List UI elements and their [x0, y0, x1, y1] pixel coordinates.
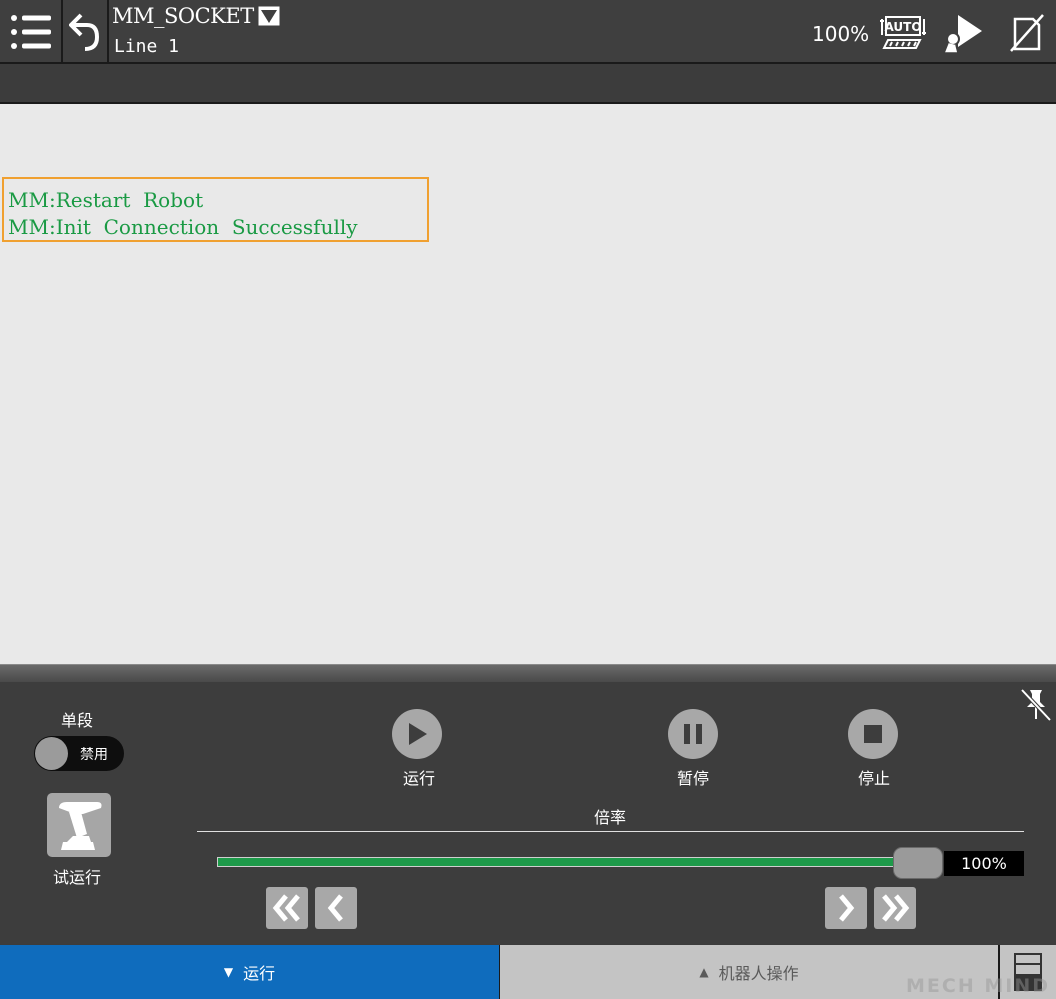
program-name: MM_SOCKET	[112, 4, 254, 28]
teach-pendant-status[interactable]	[1004, 12, 1050, 54]
auto-mode-icon: AUTO	[880, 16, 926, 49]
program-selector[interactable]: MM_SOCKET	[112, 4, 280, 28]
override-value: 100%	[944, 851, 1024, 876]
log-line: MM:Restart Robot	[8, 188, 204, 212]
trial-run-label: 试运行	[52, 868, 101, 887]
single-step-label: 单段	[60, 711, 93, 730]
chevron-left-icon	[327, 894, 343, 922]
tab-robot-operation-label: 机器人操作	[718, 964, 799, 983]
menu-button[interactable]	[0, 0, 63, 64]
panel-layout-icon	[1014, 953, 1042, 991]
back-button[interactable]	[63, 0, 109, 64]
triangle-up-icon: ▲	[699, 965, 709, 979]
step-back-button[interactable]	[315, 887, 357, 929]
no-teach-pendant-icon	[1010, 14, 1044, 52]
tab-run[interactable]: ▼ 运行	[0, 945, 499, 999]
svg-text:AUTO: AUTO	[884, 20, 921, 34]
log-line: MM:Init Connection Successfully	[8, 215, 358, 239]
single-step-toggle[interactable]: 禁用	[34, 736, 124, 771]
double-chevron-right-icon	[882, 894, 910, 922]
auto-mode-button[interactable]: AUTO	[880, 12, 926, 54]
pause-button[interactable]	[668, 709, 718, 759]
double-chevron-left-icon	[272, 894, 300, 922]
robot-arm-icon	[59, 802, 102, 850]
stop-button[interactable]	[848, 709, 898, 759]
override-label: 倍率	[593, 808, 626, 827]
override-divider	[197, 831, 1024, 832]
current-line: Line 1	[114, 36, 180, 57]
step-forward-button[interactable]	[825, 887, 867, 929]
trial-run-button[interactable]	[47, 793, 111, 857]
program-dropdown-icon[interactable]	[258, 6, 280, 26]
top-bar: MM_SOCKET Line 1 100% AUTO	[0, 0, 1056, 64]
stop-label: 停止	[857, 769, 890, 788]
tab-robot-operation[interactable]: ▲ 机器人操作	[500, 945, 998, 999]
tab-run-label: 运行	[243, 964, 276, 983]
back-arrow-icon	[69, 13, 100, 51]
robot-run-button[interactable]	[940, 12, 986, 54]
step-forward-fast-button[interactable]	[874, 887, 916, 929]
layout-toggle-button[interactable]	[998, 945, 1056, 999]
chevron-right-icon	[839, 894, 855, 922]
override-slider-track[interactable]	[217, 857, 917, 867]
panel-grip[interactable]	[0, 664, 1056, 682]
toggle-knob	[35, 737, 68, 770]
triangle-down-icon: ▼	[223, 965, 234, 979]
menu-icon	[10, 15, 51, 49]
pause-label: 暂停	[676, 769, 709, 788]
play-icon	[409, 723, 427, 745]
unpin-icon[interactable]	[1018, 686, 1054, 722]
status-subbar	[0, 66, 1056, 104]
log-message-box: MM:Restart Robot MM:Init Connection Succ…	[2, 177, 429, 242]
program-log-area: MM:Restart Robot MM:Init Connection Succ…	[0, 104, 1056, 664]
step-back-fast-button[interactable]	[266, 887, 308, 929]
run-label: 运行	[402, 769, 435, 788]
override-slider-knob[interactable]	[893, 847, 943, 879]
speed-override-readout[interactable]: 100%	[812, 22, 869, 46]
stop-icon	[864, 725, 882, 743]
run-button[interactable]	[392, 709, 442, 759]
robot-run-icon	[942, 15, 982, 54]
pause-icon	[684, 724, 702, 744]
single-step-state: 禁用	[80, 747, 108, 763]
